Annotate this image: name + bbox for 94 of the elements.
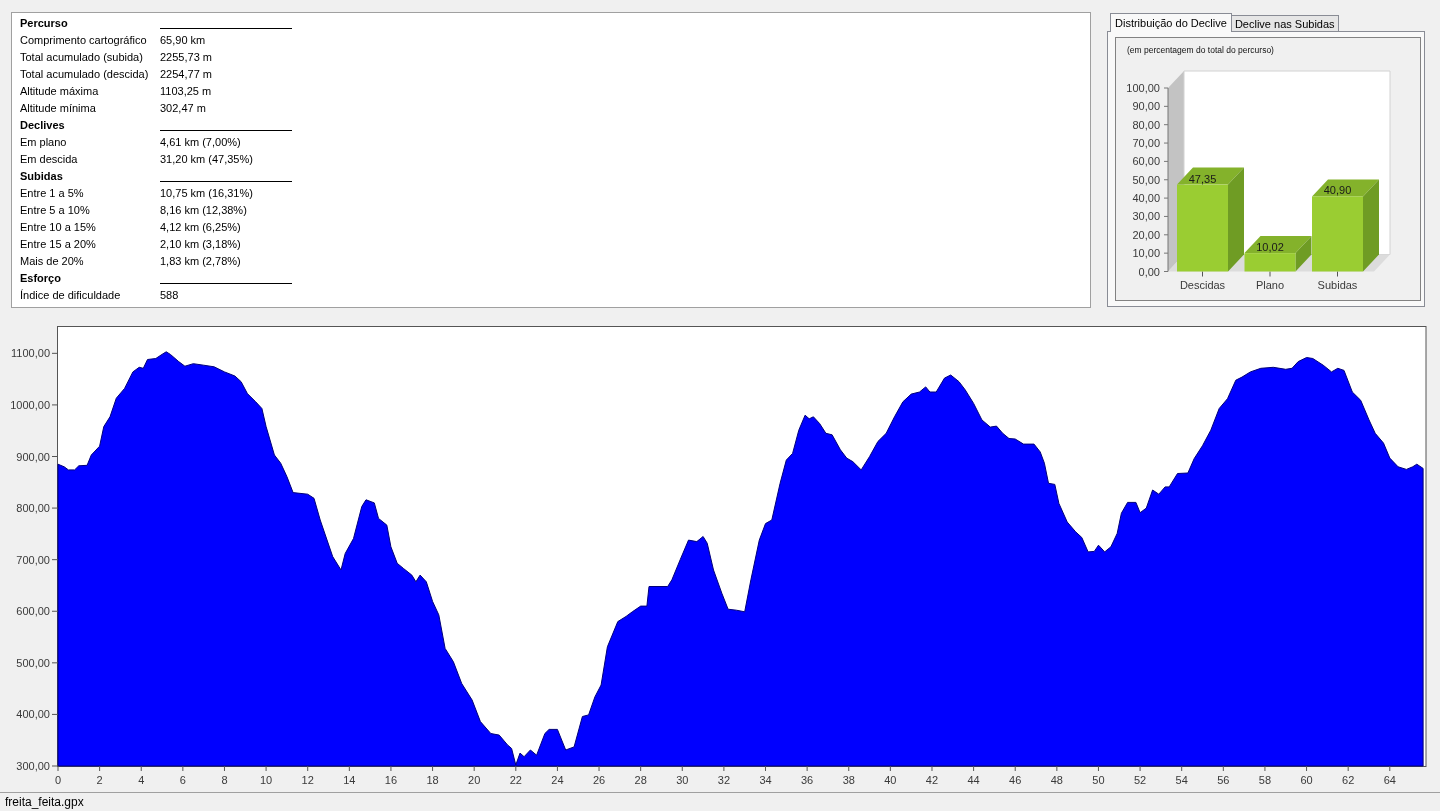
x-axis-label: 14 <box>343 774 356 786</box>
x-axis-label: 52 <box>1133 774 1147 786</box>
chart-title: (em percentagem do total do percurso) <box>1127 45 1274 55</box>
x-axis-label: 28 <box>634 774 647 786</box>
x-axis-label: 8 <box>221 774 228 786</box>
x-axis-label: 30 <box>676 774 689 786</box>
stat-label: Índice de dificuldade <box>20 288 121 301</box>
y-axis-label: 30,00 <box>1132 210 1160 223</box>
y-axis-label: 900,00 <box>16 450 50 463</box>
x-axis-label: 40 <box>884 774 897 786</box>
x-axis-label: 10 <box>259 774 273 786</box>
chart-bar <box>1244 253 1296 272</box>
x-axis-label: 38 <box>842 774 855 786</box>
x-axis-label: 0 <box>54 774 62 786</box>
section-heading: Percurso <box>20 16 68 29</box>
chart-tab[interactable]: Declive nas Subidas <box>1231 15 1339 32</box>
stat-label: Entre 10 a 15% <box>20 220 96 233</box>
stat-value: 4,12 km (6,25%) <box>160 220 241 233</box>
section-heading: Declives <box>20 118 65 131</box>
y-axis-label: 1100,00 <box>11 347 50 360</box>
y-axis-label: 400,00 <box>16 708 50 721</box>
stat-value: 2254,77 m <box>160 67 212 80</box>
x-axis-label: 62 <box>1342 774 1355 786</box>
y-axis-label: 100,00 <box>1126 82 1160 94</box>
x-axis-label: 2 <box>96 774 103 786</box>
y-axis-label: 0,00 <box>1138 265 1160 278</box>
stat-value: 2,10 km (3,18%) <box>160 237 241 250</box>
x-axis-label: 64 <box>1383 774 1396 786</box>
stat-label: Altitude máxima <box>20 84 99 97</box>
x-axis-label: 12 <box>301 774 314 786</box>
x-axis-label: 24 <box>551 774 564 786</box>
y-axis-label: 1000,00 <box>10 398 50 411</box>
stat-value: 588 <box>160 288 179 301</box>
x-axis-label: Subidas <box>1317 279 1358 291</box>
x-axis-label: 20 <box>468 774 481 786</box>
x-axis-label: 26 <box>592 774 606 786</box>
x-axis-label: Descidas <box>1179 279 1226 291</box>
y-axis-label: 700,00 <box>16 553 50 566</box>
y-axis-label: 40,00 <box>1132 192 1160 205</box>
stat-value: 1,83 km (2,78%) <box>160 254 241 267</box>
stat-value: 2255,73 m <box>160 50 212 63</box>
x-axis-label: 34 <box>759 774 772 786</box>
stat-value: 302,47 m <box>160 101 206 114</box>
x-axis-label: 50 <box>1092 774 1105 786</box>
stat-label: Comprimento cartográfico <box>20 33 147 46</box>
x-axis-label: 18 <box>426 774 439 786</box>
y-axis-label: 80,00 <box>1132 118 1160 131</box>
file-name: freita_feita.gpx <box>5 795 84 809</box>
y-axis-label: 50,00 <box>1132 173 1160 186</box>
bar-value-label: 10,02 <box>1256 241 1284 254</box>
y-axis-label: 300,00 <box>16 760 50 772</box>
stat-value: 1103,25 m <box>160 84 212 97</box>
x-axis-label: 6 <box>179 774 186 786</box>
y-axis-label: 600,00 <box>16 605 50 618</box>
section-heading: Esforço <box>20 271 61 284</box>
stat-label: Entre 1 a 5% <box>20 186 84 199</box>
stat-label: Mais de 20% <box>20 254 84 267</box>
y-axis-label: 60,00 <box>1132 155 1160 168</box>
x-axis-label: Plano <box>1255 279 1285 291</box>
stat-value: 31,20 km (47,35%) <box>160 152 253 165</box>
y-axis-label: 10,00 <box>1132 247 1160 260</box>
x-axis-label: 4 <box>138 774 145 786</box>
y-axis-label: 90,00 <box>1132 100 1160 113</box>
stat-label: Altitude mínima <box>20 101 96 114</box>
stat-label: Total acumulado (subida) <box>20 50 143 63</box>
x-axis-label: 48 <box>1050 774 1063 786</box>
stat-value: 65,90 km <box>160 33 206 46</box>
y-axis-label: 70,00 <box>1132 137 1160 150</box>
y-axis-label: 500,00 <box>16 656 50 669</box>
y-axis-label: 20,00 <box>1132 228 1160 241</box>
x-axis-label: 58 <box>1258 774 1272 786</box>
x-axis-label: 54 <box>1175 774 1188 786</box>
stat-value: 8,16 km (12,38%) <box>160 203 247 216</box>
stat-label: Em descida <box>20 152 78 165</box>
stat-label: Total acumulado (descida) <box>20 67 149 80</box>
x-axis-label: 44 <box>967 774 980 786</box>
stat-label: Entre 5 a 10% <box>20 203 90 216</box>
stat-value: 10,75 km (16,31%) <box>160 186 253 199</box>
x-axis-label: 36 <box>801 774 814 786</box>
x-axis-label: 42 <box>925 774 939 786</box>
x-axis-label: 32 <box>717 774 730 786</box>
x-axis-label: 22 <box>509 774 522 786</box>
stat-label: Em plano <box>20 135 67 148</box>
x-axis-label: 46 <box>1009 774 1022 786</box>
x-axis-label: 16 <box>384 774 398 786</box>
bar-value-label: 40,90 <box>1323 184 1352 197</box>
y-axis-label: 800,00 <box>16 502 50 515</box>
stat-label: Entre 15 a 20% <box>20 237 96 250</box>
stat-value: 4,61 km (7,00%) <box>160 135 241 148</box>
chart-tab[interactable]: Distribuição do Declive <box>1110 13 1232 32</box>
x-axis-label: 56 <box>1217 774 1230 786</box>
bar-value-label: 47,35 <box>1188 172 1217 185</box>
x-axis-label: 60 <box>1300 774 1313 786</box>
section-heading: Subidas <box>20 169 63 182</box>
